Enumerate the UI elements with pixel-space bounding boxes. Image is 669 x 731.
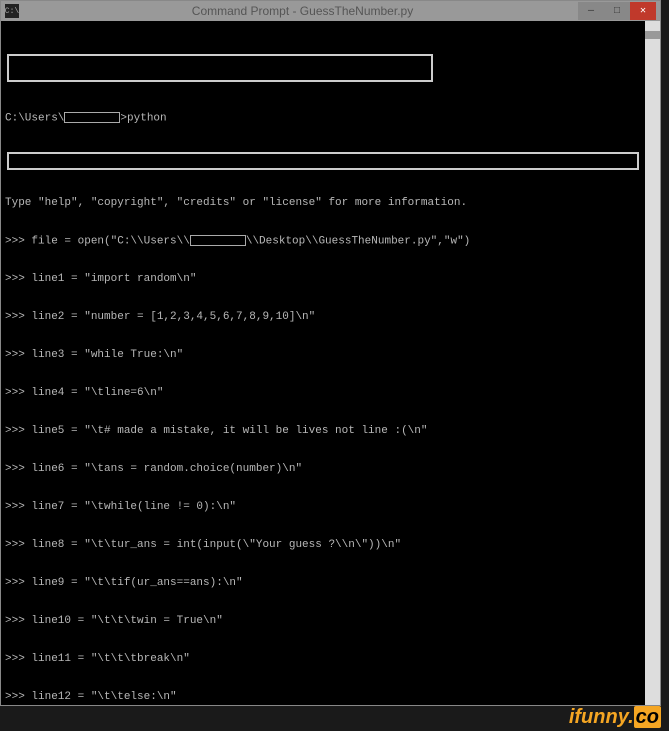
minimize-button[interactable]: —: [578, 2, 604, 20]
scrollbar[interactable]: [645, 21, 660, 705]
input-box-top: [7, 54, 433, 82]
terminal-output[interactable]: C:\Users\>python Type "help", "copyright…: [1, 21, 660, 705]
terminal-line: >>> line12 = "\t\telse:\n": [5, 691, 656, 704]
terminal-line: >>> line6 = "\tans = random.choice(numbe…: [5, 463, 656, 476]
terminal-line: >>> line1 = "import random\n": [5, 273, 656, 286]
terminal-line: >>> line4 = "\tline=6\n": [5, 387, 656, 400]
maximize-button[interactable]: □: [604, 2, 630, 20]
command-prompt-window: C:\ Command Prompt - GuessTheNumber.py —…: [0, 0, 661, 706]
terminal-line: >>> line9 = "\t\tif(ur_ans==ans):\n": [5, 577, 656, 590]
watermark-suffix: co: [634, 706, 661, 728]
terminal-line: >>> line5 = "\t# made a mistake, it will…: [5, 425, 656, 438]
redacted-username: [64, 112, 120, 123]
redacted-username: [190, 235, 246, 246]
watermark: ifunny.co: [569, 706, 661, 729]
terminal-line: >>> line11 = "\t\t\tbreak\n": [5, 653, 656, 666]
scrollbar-thumb[interactable]: [645, 31, 660, 39]
window-title: Command Prompt - GuessTheNumber.py: [27, 4, 578, 18]
input-box-mid: [7, 152, 639, 170]
close-button[interactable]: ✕: [630, 2, 656, 20]
terminal-line: >>> file = open("C:\\Users\\\\Desktop\\G…: [5, 235, 656, 248]
terminal-line: >>> line2 = "number = [1,2,3,4,5,6,7,8,9…: [5, 311, 656, 324]
watermark-brand: ifunny.: [569, 706, 634, 728]
app-icon: C:\: [5, 4, 19, 18]
terminal-line: C:\Users\>python: [5, 112, 656, 125]
terminal-line: >>> line7 = "\twhile(line != 0):\n": [5, 501, 656, 514]
terminal-line: >>> line10 = "\t\t\twin = True\n": [5, 615, 656, 628]
window-controls: — □ ✕: [578, 2, 656, 20]
terminal-line: >>> line3 = "while True:\n": [5, 349, 656, 362]
titlebar[interactable]: C:\ Command Prompt - GuessTheNumber.py —…: [1, 1, 660, 21]
terminal-line: Type "help", "copyright", "credits" or "…: [5, 197, 656, 210]
terminal-line: >>> line8 = "\t\tur_ans = int(input(\"Yo…: [5, 539, 656, 552]
